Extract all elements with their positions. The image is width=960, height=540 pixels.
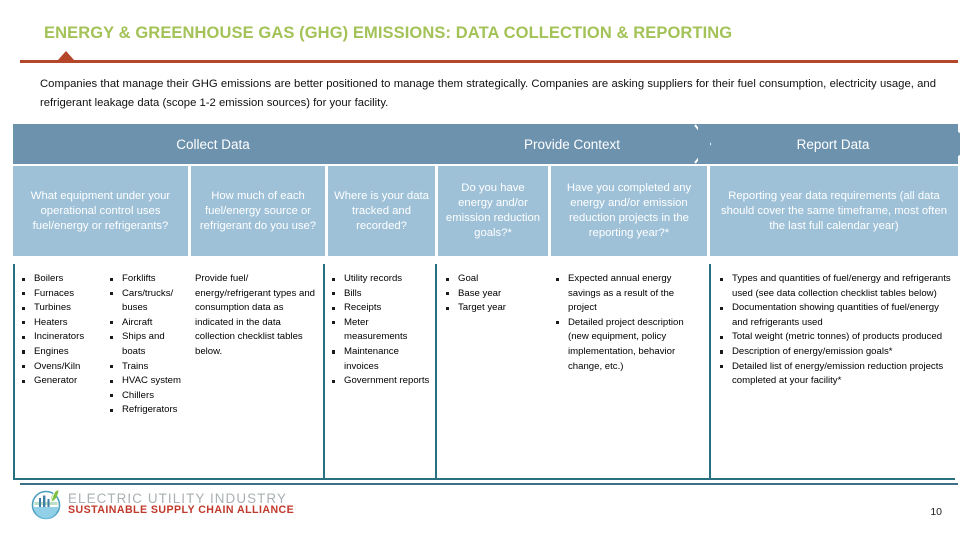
globe-leaf-logo-icon [30,487,64,521]
phase-chevron-band-fill [698,124,710,164]
bullet-item: Bills [329,287,431,302]
bullet-item: Maintenance invoices [329,345,431,374]
bullet-item: Generator [19,374,99,389]
bullet-list: Goal Base year Target year [443,272,545,316]
bullet-list: Utility records Bills Receipts Meter measur… [329,272,431,389]
bullet-item: Documentation showing quantities of fuel… [717,301,953,330]
bullet-item: Total weight (metric tonnes) of products… [717,330,953,345]
question-cell: Where is your data tracked and recorded? [328,166,435,256]
bullet-item: Detailed project description (new equipm… [553,316,705,374]
logo-line-1: ELECTRIC UTILITY INDUSTRY [68,490,287,506]
bullet-item: Government reports [329,374,431,389]
bullet-item: Expected annual energy savings as a resu… [553,272,705,316]
phase-chevron-provide-context[interactable]: Provide Context [446,124,698,164]
bullet-item: Ovens/Kiln [19,360,99,375]
bullet-item: Forklifts [107,272,187,287]
bullet-item: Types and quantities of fuel/energy and … [717,272,953,301]
content-cell-data-sources: Utility records Bills Receipts Meter measur… [325,264,437,478]
bullet-item: Meter measurements [329,316,431,345]
page-title: ENERGY & GREENHOUSE GAS (GHG) EMISSIONS:… [44,24,733,42]
bullet-item: Refrigerators [107,403,187,418]
phase-chevron-label: Collect Data [176,136,250,152]
bullet-item: Detailed list of energy/emission reducti… [717,360,953,389]
bullet-item: Incinerators [19,330,99,345]
bullet-item: Utility records [329,272,431,287]
bullet-item: Cars/trucks/ buses [107,287,187,316]
title-divider-rule [20,60,958,63]
bullet-list: Expected annual energy savings as a resu… [553,272,705,374]
question-cell: How much of each fuel/energy source or r… [191,166,325,256]
content-row: Boilers Furnaces Turbines Heaters Incinerato… [13,264,955,480]
bullet-item: Receipts [329,301,431,316]
instruction-text: Provide fuel/ energy/refrigerant types a… [195,273,315,357]
question-cell: What equipment under your operational co… [13,166,188,256]
organization-logo: ELECTRIC UTILITY INDUSTRY SUSTAINABLE SU… [30,487,294,521]
title-divider-pointer-icon [58,51,74,60]
bullet-list: Boilers Furnaces Turbines Heaters Incinerato… [19,272,99,389]
phase-chevron-band-fill [413,124,446,164]
bullet-item: Boilers [19,272,99,287]
bullet-list: Forklifts Cars/trucks/ buses Aircraft Ships… [107,272,187,418]
bullet-item: Base year [443,287,545,302]
content-cell-goals: Goal Base year Target year [439,264,549,478]
bullet-item: HVAC system [107,374,187,389]
slide-header: ENERGY & GREENHOUSE GAS (GHG) EMISSIONS:… [0,0,960,63]
bullet-item: Trains [107,360,187,375]
question-row: What equipment under your operational co… [0,166,960,256]
content-cell-projects: Expected annual energy savings as a resu… [549,264,711,478]
bullet-item: Description of energy/emission goals* [717,345,953,360]
bullet-item: Chillers [107,389,187,404]
content-cell-report-requirements: Types and quantities of fuel/energy and … [713,264,957,478]
phase-chevron-label: Report Data [796,136,870,152]
question-cell: Have you completed any energy and/or emi… [551,166,707,256]
phase-chevron-report-data[interactable]: Report Data [708,124,958,164]
content-cell-equipment-mobile: Forklifts Cars/trucks/ buses Aircraft Ships… [103,264,191,478]
bullet-item: Engines [19,345,99,360]
intro-paragraph: Companies that manage their GHG emission… [40,78,936,109]
bullet-item: Aircraft [107,316,187,331]
logo-line-2: SUSTAINABLE SUPPLY CHAIN ALLIANCE [68,504,295,517]
footer-divider [20,483,958,485]
question-cell: Do you have energy and/or emission reduc… [438,166,548,256]
phase-chevron-collect-data[interactable]: Collect Data [13,124,413,164]
bullet-list: Types and quantities of fuel/energy and … [717,272,953,389]
phase-chevron-label: Provide Context [523,136,621,152]
content-cell-consumption-instruction: Provide fuel/ energy/refrigerant types a… [191,264,325,478]
bullet-item: Turbines [19,301,99,316]
content-cell-equipment-stationary: Boilers Furnaces Turbines Heaters Incinerato… [15,264,103,478]
bullet-item: Heaters [19,316,99,331]
phase-chevron-band: Collect Data Provide Context Report Data [0,124,960,164]
bullet-item: Furnaces [19,287,99,302]
page-number: 10 [930,506,942,518]
bullet-item: Ships and boats [107,330,187,359]
bullet-item: Target year [443,301,545,316]
bullet-item: Goal [443,272,545,287]
question-cell: Reporting year data requirements (all da… [710,166,958,256]
